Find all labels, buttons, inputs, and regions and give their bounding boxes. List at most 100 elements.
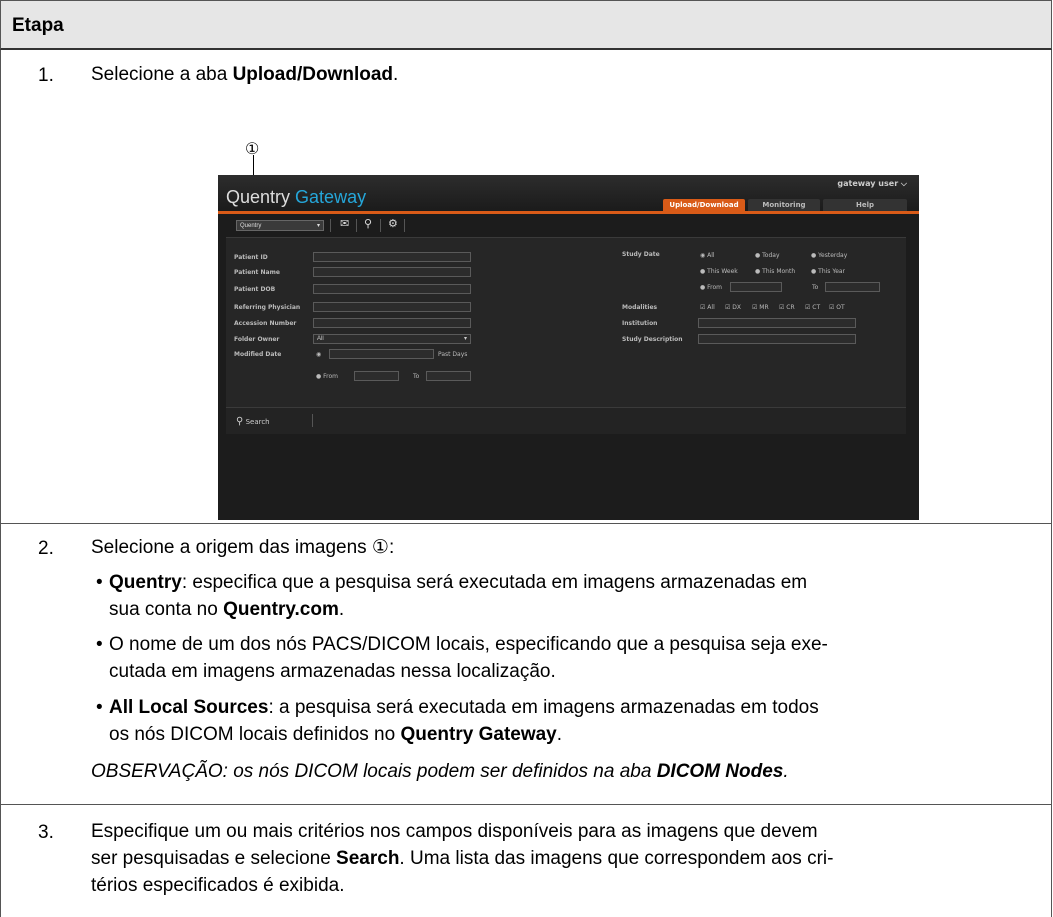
patient-dob-input[interactable] — [313, 284, 471, 294]
app-topbar: Quentry Gateway gateway user ⌵ Upload/Do… — [218, 175, 919, 211]
text-part: . — [393, 64, 399, 85]
to-date-input[interactable] — [426, 371, 471, 381]
modality-ct[interactable]: ☑ CT — [805, 304, 820, 311]
search-button[interactable]: ⚲ Search — [236, 416, 270, 427]
modality-all[interactable]: ☑ All — [700, 304, 715, 311]
bullet-bold: All Local Sources — [109, 697, 269, 718]
label-referring-physician: Referring Physician — [234, 304, 301, 311]
note-bold: DICOM Nodes — [656, 761, 784, 782]
study-date-this-year[interactable]: ● This Year — [811, 268, 845, 275]
bullet-text: . — [556, 724, 563, 745]
radio-selected-icon[interactable]: ◉ — [316, 351, 321, 358]
folder-owner-select[interactable]: All ▾ — [313, 334, 471, 344]
radio-from[interactable]: ● From — [316, 373, 338, 380]
label-accession-number: Accession Number — [234, 320, 297, 327]
opt-label: DX — [732, 304, 742, 311]
search-bar: ⚲ Search — [226, 407, 906, 434]
divider — [404, 219, 405, 232]
search-icon: ⚲ — [236, 416, 244, 427]
opt-label: CT — [812, 304, 821, 311]
study-date-yesterday[interactable]: ● Yesterday — [811, 252, 847, 259]
tab-upload-download[interactable]: Upload/Download — [663, 199, 745, 211]
patient-name-input[interactable] — [313, 267, 471, 277]
referring-physician-input[interactable] — [313, 302, 471, 312]
search-button-label: Search — [245, 418, 270, 426]
tab-monitoring[interactable]: Monitoring — [748, 199, 820, 211]
study-from-input[interactable] — [730, 282, 782, 292]
institution-input[interactable] — [698, 318, 856, 328]
chevron-down-icon: ▾ — [316, 223, 320, 229]
study-date-this-month[interactable]: ● This Month — [755, 268, 795, 275]
chevron-down-icon: ▾ — [463, 336, 467, 342]
opt-label: All — [707, 304, 715, 311]
note-part: . — [783, 761, 789, 782]
accession-number-input[interactable] — [313, 318, 471, 328]
label-patient-name: Patient Name — [234, 269, 280, 276]
divider — [312, 414, 313, 427]
bullet-dot: • — [96, 572, 103, 593]
modality-cr[interactable]: ☑ CR — [779, 304, 795, 311]
step-text: Especifique um ou mais critérios nos cam… — [91, 818, 1031, 899]
text-part: . Uma lista das imagens que correspondem… — [399, 848, 834, 869]
bullet-item: • All Local Sources: a pesquisa será exe… — [96, 694, 1029, 748]
bullet-text: sua conta no — [109, 599, 224, 620]
header-label: Etapa — [12, 15, 64, 36]
text-bold: Search — [336, 848, 400, 869]
divider — [356, 219, 357, 232]
step-line: térios especificados é exibida. — [91, 875, 345, 896]
modality-mr[interactable]: ☑ MR — [752, 304, 769, 311]
step-number: 1. — [38, 65, 54, 86]
bullet-line: Quentry: especifica que a pesquisa será … — [109, 569, 1029, 596]
bullet-line: All Local Sources: a pesquisa será execu… — [109, 694, 1029, 721]
table-header: Etapa — [0, 0, 1052, 50]
patient-id-input[interactable] — [313, 252, 471, 262]
modality-ot[interactable]: ☑ OT — [829, 304, 845, 311]
study-date-all[interactable]: ◉ All — [700, 252, 715, 259]
bullet-bold: Quentry.com — [223, 599, 339, 620]
label-modified-date: Modified Date — [234, 351, 282, 358]
bullet-line: cutada em imagens armazenadas nessa loca… — [109, 661, 556, 682]
tab-help[interactable]: Help — [823, 199, 907, 211]
text-part: Selecione a aba — [91, 64, 233, 85]
bullet-item: • Quentry: especifica que a pesquisa ser… — [96, 569, 1029, 623]
bullet-line: sua conta no Quentry.com. — [109, 596, 1029, 623]
opt-label: Yesterday — [818, 252, 848, 259]
to-label: To — [413, 373, 420, 380]
study-to-input[interactable] — [825, 282, 880, 292]
study-date-this-week[interactable]: ● This Week — [700, 268, 738, 275]
folder-owner-value: All — [317, 336, 324, 342]
past-days-input[interactable] — [329, 349, 434, 359]
bullet-item: • O nome de um dos nós PACS/DICOM locais… — [96, 631, 1029, 685]
source-select-value: Quentry — [240, 223, 262, 229]
divider — [330, 219, 331, 232]
user-menu[interactable]: gateway user ⌵ — [837, 179, 907, 189]
source-select[interactable]: Quentry ▾ — [236, 220, 324, 231]
opt-label: MR — [759, 304, 769, 311]
step-text: Selecione a aba Upload/Download. — [91, 61, 398, 88]
steps-table: Etapa 1. Selecione a aba Upload/Download… — [0, 0, 1053, 917]
study-description-input[interactable] — [698, 334, 856, 344]
text-part: ser pesquisadas e selecione — [91, 848, 337, 869]
from-date-input[interactable] — [354, 371, 399, 381]
search-settings-icon[interactable]: ⚙ — [388, 217, 398, 230]
opt-label: From — [707, 284, 723, 291]
app-screenshot: Quentry Gateway gateway user ⌵ Upload/Do… — [218, 175, 919, 520]
mail-icon[interactable]: ✉ — [340, 217, 349, 230]
accent-bar — [218, 211, 919, 214]
label-patient-id: Patient ID — [234, 254, 268, 261]
logo-text: Quentry — [226, 187, 291, 207]
label-study-date: Study Date — [622, 251, 660, 258]
opt-label: CR — [786, 304, 795, 311]
study-date-today[interactable]: ● Today — [755, 252, 780, 259]
modality-dx[interactable]: ☑ DX — [725, 304, 741, 311]
bullet-line: os nós DICOM locais definidos no Quentry… — [109, 721, 1029, 748]
search-clear-icon[interactable]: ⚲ — [364, 217, 372, 230]
past-days-label: Past Days — [438, 351, 468, 358]
step-row-3: 3. Especifique um ou mais critérios nos … — [0, 805, 1052, 917]
study-date-from[interactable]: ● From — [700, 284, 722, 291]
step-line: Especifique um ou mais critérios nos cam… — [91, 821, 818, 842]
label-study-description: Study Description — [622, 336, 683, 343]
opt-label: Today — [762, 252, 780, 259]
from-label: From — [323, 373, 339, 380]
step-number: 3. — [38, 822, 54, 843]
